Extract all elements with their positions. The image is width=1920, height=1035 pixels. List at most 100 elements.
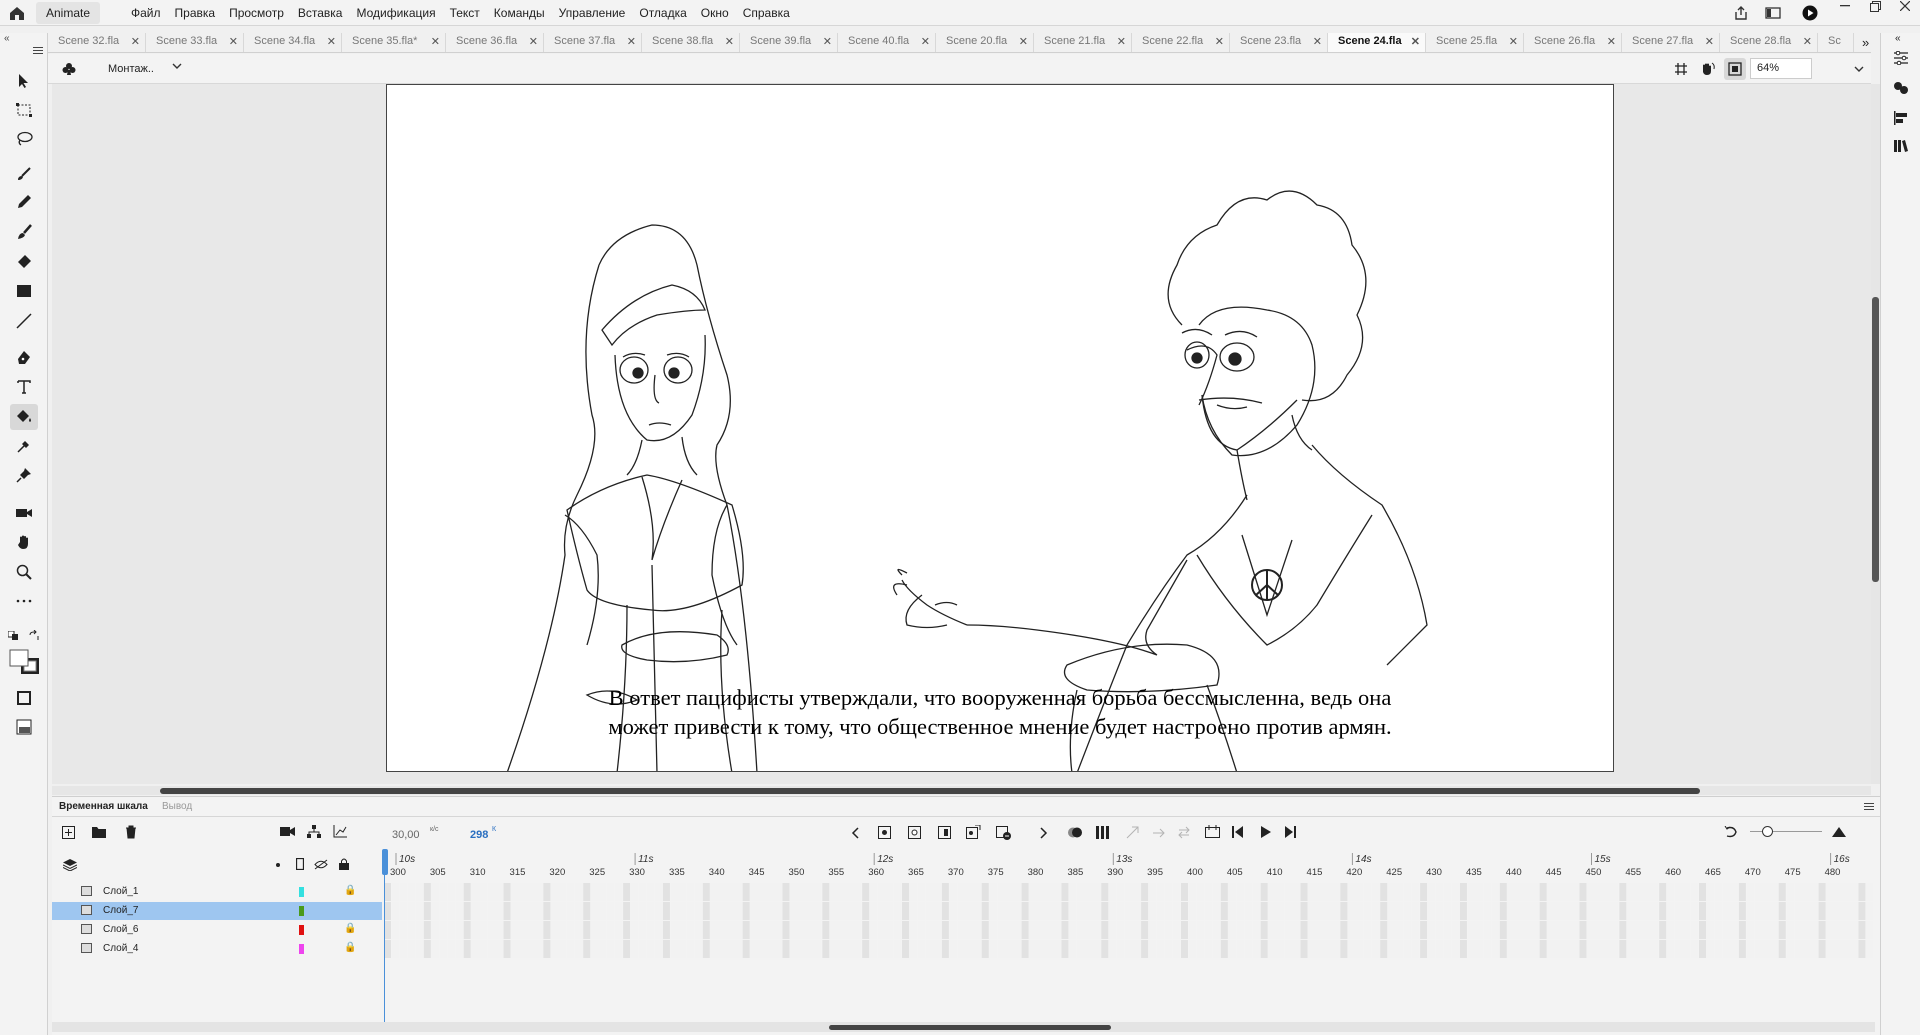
frame-cell[interactable]: [1284, 883, 1292, 901]
parenting-view-icon[interactable]: [307, 825, 321, 838]
panel-layout-icon[interactable]: [1756, 0, 1790, 26]
frame-cell[interactable]: [647, 883, 654, 901]
frame-cell[interactable]: [1754, 921, 1762, 939]
frame-cell[interactable]: [1196, 902, 1204, 920]
frame-cell[interactable]: [1053, 940, 1061, 958]
close-tab-icon[interactable]: ✕: [1313, 35, 1322, 48]
frame-cell[interactable]: [710, 883, 718, 901]
frame-cell[interactable]: [1675, 921, 1683, 939]
frame-cell[interactable]: [1101, 921, 1109, 939]
free-transform-tool-icon[interactable]: [10, 97, 38, 123]
frame-cell[interactable]: [997, 940, 1005, 958]
frame-cell[interactable]: [1563, 921, 1571, 939]
frame-cell[interactable]: [846, 921, 854, 939]
timeline-menu-icon[interactable]: [1864, 803, 1874, 811]
frame-cell[interactable]: [487, 902, 495, 920]
frame-cell[interactable]: [1770, 940, 1778, 958]
stage-horizontal-scrollbar[interactable]: [52, 786, 1871, 795]
subtitle-caption[interactable]: В ответ пацифисты утверждали, что вооруж…: [387, 683, 1613, 741]
frame-cell[interactable]: [1364, 902, 1372, 920]
frame-cell[interactable]: [941, 921, 949, 939]
frame-cell[interactable]: [1332, 883, 1340, 901]
frame-cell[interactable]: [1659, 921, 1667, 939]
frame-cell[interactable]: [1587, 921, 1595, 939]
frame-cell[interactable]: [423, 883, 431, 901]
menu-window[interactable]: Окно: [694, 0, 736, 26]
frame-cell[interactable]: [742, 883, 750, 901]
frame-cell[interactable]: [1300, 883, 1308, 901]
frame-cell[interactable]: [1212, 940, 1220, 958]
frame-cell[interactable]: [1348, 940, 1356, 958]
frame-cell[interactable]: [750, 902, 758, 920]
frame-cell[interactable]: [1786, 883, 1794, 901]
frame-cell[interactable]: [734, 921, 742, 939]
frame-cell[interactable]: [1579, 902, 1587, 920]
frame-cell[interactable]: [798, 921, 806, 939]
frame-cell[interactable]: [1308, 921, 1316, 939]
frame-cell[interactable]: [1380, 921, 1388, 939]
frame-cell[interactable]: [1188, 883, 1196, 901]
frame-cell[interactable]: [1515, 921, 1523, 939]
frame-cell[interactable]: [1547, 921, 1555, 939]
frame-cell[interactable]: [455, 883, 463, 901]
close-tab-icon[interactable]: ✕: [131, 35, 140, 48]
frame-cell[interactable]: [1850, 940, 1858, 958]
frame-cell[interactable]: [1388, 883, 1396, 901]
frame-cell[interactable]: [814, 902, 822, 920]
frame-cell[interactable]: [854, 940, 862, 958]
frame-cell[interactable]: [1475, 883, 1483, 901]
frame-cell[interactable]: [519, 940, 527, 958]
tab-scene-32[interactable]: Scene 32.fla ✕: [48, 33, 146, 52]
frame-cell[interactable]: [1388, 921, 1396, 939]
frame-cell[interactable]: [1045, 883, 1053, 901]
frame-cell[interactable]: [790, 921, 798, 939]
frame-cell[interactable]: [838, 921, 846, 939]
frame-cell[interactable]: [1810, 921, 1818, 939]
frame-cell[interactable]: [1093, 902, 1101, 920]
frame-cell[interactable]: [415, 921, 423, 939]
tab-scene-39[interactable]: Scene 39.fla ✕: [740, 33, 838, 52]
frame-cell[interactable]: [431, 940, 439, 958]
frame-cell[interactable]: [917, 921, 925, 939]
frame-cell[interactable]: [1643, 902, 1651, 920]
frame-cell[interactable]: [678, 883, 686, 901]
frame-cell[interactable]: [1340, 883, 1348, 901]
frame-cell[interactable]: [1149, 883, 1157, 901]
frame-cell[interactable]: [910, 921, 917, 939]
frame-cell[interactable]: [949, 940, 957, 958]
swap-colors-icon[interactable]: [28, 630, 40, 642]
frame-cell[interactable]: [1738, 940, 1746, 958]
layer-name[interactable]: Слой_1: [103, 886, 138, 897]
frame-cell[interactable]: [925, 883, 933, 901]
frame-cell[interactable]: [1324, 902, 1332, 920]
frame-cell[interactable]: [1173, 940, 1180, 958]
frame-cell[interactable]: [1770, 902, 1778, 920]
frame-cell[interactable]: [1802, 921, 1810, 939]
frame-cell[interactable]: [1228, 921, 1236, 939]
frame-cell[interactable]: [1762, 883, 1770, 901]
frame-cell[interactable]: [511, 921, 519, 939]
frame-cell[interactable]: [487, 921, 495, 939]
frame-cell[interactable]: [1826, 883, 1834, 901]
prev-keyframe-icon[interactable]: [851, 827, 859, 839]
lock-icon[interactable]: 🔒: [344, 885, 356, 896]
frame-cell[interactable]: [1491, 940, 1499, 958]
frame-cell[interactable]: [535, 940, 543, 958]
frame-cell[interactable]: [814, 883, 822, 901]
frame-cell[interactable]: [1691, 883, 1699, 901]
frame-cell[interactable]: [1714, 883, 1722, 901]
frame-cell[interactable]: [535, 902, 543, 920]
frame-cell[interactable]: [822, 883, 830, 901]
frame-cell[interactable]: [1300, 921, 1308, 939]
frame-cell[interactable]: [1571, 921, 1579, 939]
frame-cell[interactable]: [981, 921, 989, 939]
frame-cell[interactable]: [678, 921, 686, 939]
frame-cell[interactable]: [1635, 921, 1643, 939]
frame-cell[interactable]: [471, 940, 479, 958]
frame-cell[interactable]: [447, 940, 455, 958]
frame-cell[interactable]: [1707, 921, 1714, 939]
frame-cell[interactable]: [1404, 940, 1412, 958]
frame-cell[interactable]: [1635, 940, 1643, 958]
frame-cell[interactable]: [1093, 883, 1101, 901]
frame-cell[interactable]: [718, 883, 726, 901]
